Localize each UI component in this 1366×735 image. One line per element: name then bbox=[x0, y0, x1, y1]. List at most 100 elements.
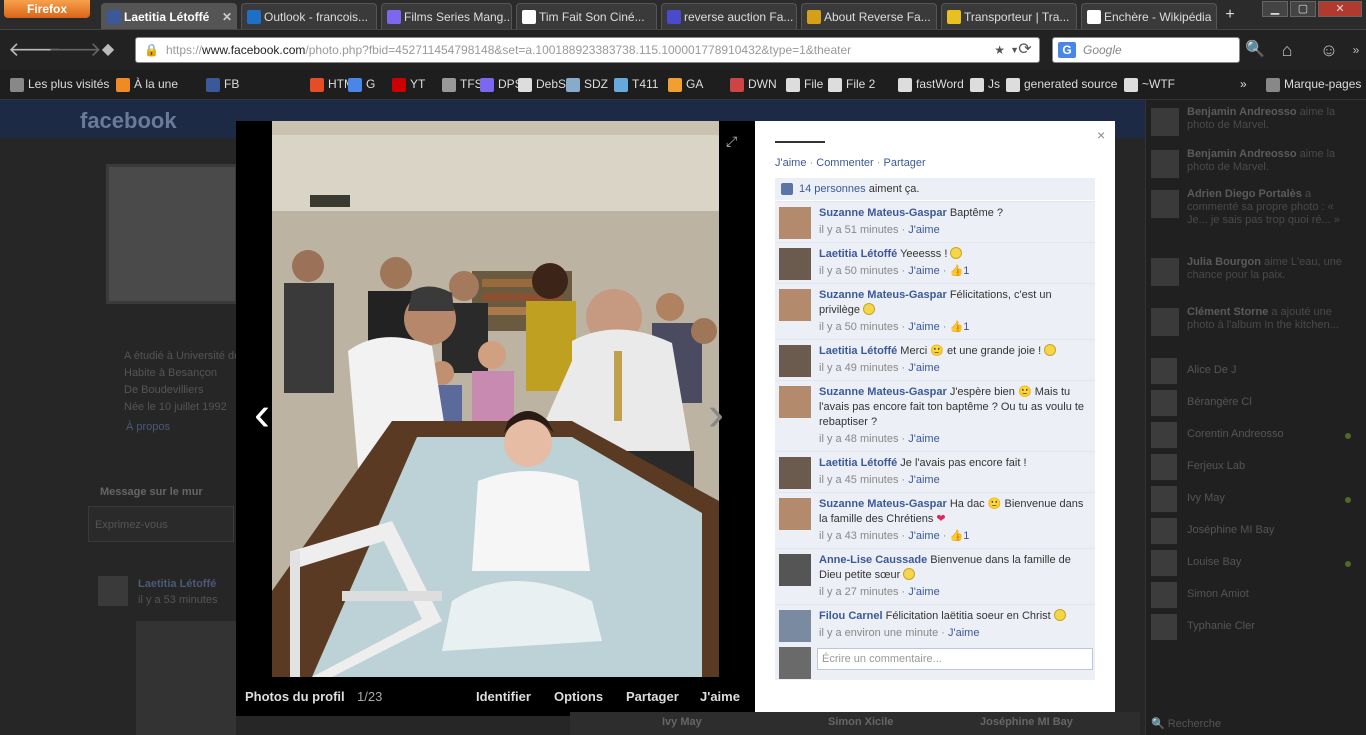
bookmark-18[interactable]: ~WTF bbox=[1124, 77, 1175, 92]
tab-1[interactable]: Outlook - francois... bbox=[241, 3, 377, 29]
comment-author[interactable]: Filou Carnel bbox=[819, 610, 883, 622]
comment-author[interactable]: Suzanne Mateus-Gaspar bbox=[819, 386, 947, 398]
comment-like-link[interactable]: J'aime bbox=[908, 586, 939, 598]
comment-like-link[interactable]: J'aime bbox=[908, 474, 939, 486]
bookmark-11[interactable]: GA bbox=[668, 77, 703, 92]
comment-author[interactable]: Laetitia Létoffé bbox=[819, 457, 897, 469]
chat-contact[interactable]: Bérangère Cl bbox=[1151, 390, 1351, 418]
bookmark-15[interactable]: fastWord bbox=[898, 77, 964, 92]
overflow-menu-button[interactable]: » bbox=[1348, 35, 1364, 65]
about-link[interactable]: À propos bbox=[126, 421, 170, 433]
bookmarks-overflow-button[interactable]: » bbox=[1240, 77, 1247, 91]
avatar[interactable] bbox=[779, 345, 811, 377]
comment-time[interactable]: il y a 50 minutes bbox=[819, 265, 898, 277]
maximize-button[interactable]: ▢ bbox=[1290, 1, 1316, 17]
new-tab-button[interactable]: + bbox=[1220, 3, 1240, 27]
comment-time[interactable]: il y a 51 minutes bbox=[819, 224, 898, 236]
avatar[interactable] bbox=[779, 289, 811, 321]
comment-like-link[interactable]: J'aime bbox=[908, 530, 939, 542]
post-avatar[interactable] bbox=[98, 576, 128, 606]
chat-contact[interactable]: Ferjeux Lab bbox=[1151, 454, 1351, 482]
chat-contact[interactable]: Louise Bay bbox=[1151, 550, 1351, 578]
comment-author[interactable]: Suzanne Mateus-Gaspar bbox=[819, 289, 947, 301]
search-input[interactable]: G Google bbox=[1052, 37, 1240, 63]
chat-search[interactable]: 🔍 Recherche bbox=[1151, 717, 1221, 730]
like-button[interactable]: J'aime bbox=[700, 689, 740, 704]
avatar[interactable] bbox=[779, 386, 811, 418]
tab-5[interactable]: About Reverse Fa... bbox=[801, 3, 937, 29]
chat-contact[interactable]: Simon Amiot bbox=[1151, 582, 1351, 610]
forward-button[interactable]: 🡒 bbox=[48, 35, 102, 65]
profile-picture[interactable] bbox=[106, 164, 238, 304]
comment-like-link[interactable]: J'aime bbox=[948, 627, 979, 639]
post-photo[interactable] bbox=[136, 621, 236, 735]
google-icon[interactable]: G bbox=[1058, 42, 1076, 58]
comment-like-link[interactable]: J'aime bbox=[908, 224, 939, 236]
bookmark-star-icon[interactable]: ★ bbox=[994, 38, 1005, 62]
tab-0[interactable]: Laetitia Létoffé ✕ bbox=[101, 3, 237, 29]
bookmark-9[interactable]: SDZ bbox=[566, 77, 608, 92]
bookmarks-menu-button[interactable]: Marque-pages bbox=[1266, 77, 1361, 92]
comment-link[interactable]: Commenter bbox=[816, 157, 873, 169]
baptism-photo[interactable] bbox=[272, 121, 719, 677]
comment-like-link[interactable]: J'aime bbox=[908, 321, 939, 333]
avatar[interactable] bbox=[779, 554, 811, 586]
close-window-button[interactable]: ✕ bbox=[1318, 1, 1362, 17]
avatar[interactable] bbox=[779, 498, 811, 530]
comment-like-count[interactable]: 👍1 bbox=[950, 530, 970, 542]
likes-count-link[interactable]: 14 personnes bbox=[799, 183, 866, 195]
close-tab-icon[interactable]: ✕ bbox=[222, 4, 232, 29]
bookmark-5[interactable]: YT bbox=[392, 77, 425, 92]
fullscreen-icon[interactable]: ⤢ bbox=[726, 133, 737, 150]
chat-contact[interactable]: Corentin Andreosso bbox=[1151, 422, 1351, 450]
like-link[interactable]: J'aime bbox=[775, 157, 806, 169]
tab-4[interactable]: reverse auction Fa... bbox=[661, 3, 797, 29]
comment-like-count[interactable]: 👍1 bbox=[950, 321, 970, 333]
bookmark-2[interactable]: FB bbox=[206, 77, 239, 92]
options-button[interactable]: Options bbox=[554, 689, 603, 704]
avatar[interactable] bbox=[779, 610, 811, 642]
close-icon[interactable]: × bbox=[1097, 127, 1105, 143]
comment-author[interactable]: Suzanne Mateus-Gaspar bbox=[819, 498, 947, 510]
chat-tab[interactable]: Simon Xicile bbox=[828, 716, 893, 728]
url-bar[interactable]: 🔒 https://www.facebook.com/photo.php?fbi… bbox=[135, 37, 1040, 63]
back-button[interactable]: 🡐 bbox=[8, 35, 62, 65]
bookmark-0[interactable]: Les plus visités bbox=[10, 77, 109, 92]
comment-time[interactable]: il y a 45 minutes bbox=[819, 474, 898, 486]
tab-2[interactable]: Films Series Mang... bbox=[381, 3, 512, 29]
next-photo-button[interactable]: › bbox=[708, 391, 724, 439]
bookmark-14[interactable]: File 2 bbox=[828, 77, 875, 92]
comment-author[interactable]: Laetitia Létoffé bbox=[819, 345, 897, 357]
reload-button[interactable]: ⟳ bbox=[1012, 37, 1038, 63]
comment-author[interactable]: Laetitia Létoffé bbox=[819, 248, 897, 260]
chat-contact[interactable]: Alice De J bbox=[1151, 358, 1351, 386]
comment-author[interactable]: Anne-Lise Caussade bbox=[819, 554, 927, 566]
chat-contact[interactable]: Joséphine MI Bay bbox=[1151, 518, 1351, 546]
chat-tab[interactable]: Joséphine MI Bay bbox=[980, 716, 1073, 728]
previous-photo-button[interactable]: ‹ bbox=[254, 391, 270, 439]
firefox-menu-button[interactable]: Firefox bbox=[4, 0, 90, 18]
addon-icon[interactable]: ☺ bbox=[1314, 35, 1344, 65]
tag-button[interactable]: Identifier bbox=[476, 689, 531, 704]
minimize-button[interactable]: ▁ bbox=[1262, 1, 1288, 17]
bookmark-13[interactable]: File bbox=[786, 77, 823, 92]
share-button[interactable]: Partager bbox=[626, 689, 679, 704]
bookmark-10[interactable]: T411 bbox=[614, 77, 658, 92]
comment-time[interactable]: il y a 27 minutes bbox=[819, 586, 898, 598]
bookmark-17[interactable]: generated source bbox=[1006, 77, 1117, 92]
home-button[interactable]: ⌂ bbox=[1272, 35, 1302, 65]
post-author[interactable]: Laetitia Létoffé bbox=[138, 578, 216, 590]
search-icon[interactable]: 🔍 bbox=[1242, 35, 1268, 65]
wall-input[interactable]: Exprimez-vous bbox=[88, 506, 234, 542]
chat-tab[interactable]: Ivy May bbox=[662, 716, 702, 728]
tab-6[interactable]: Transporteur | Tra... bbox=[941, 3, 1077, 29]
identity-icon[interactable]: ◆ bbox=[94, 35, 122, 65]
share-link[interactable]: Partager bbox=[884, 157, 926, 169]
bookmark-12[interactable]: DWN bbox=[730, 77, 777, 92]
avatar[interactable] bbox=[779, 457, 811, 489]
comment-time[interactable]: il y a 43 minutes bbox=[819, 530, 898, 542]
comment-like-link[interactable]: J'aime bbox=[908, 433, 939, 445]
comment-time[interactable]: il y a 48 minutes bbox=[819, 433, 898, 445]
bookmark-16[interactable]: Js bbox=[970, 77, 1000, 92]
avatar[interactable] bbox=[779, 207, 811, 239]
